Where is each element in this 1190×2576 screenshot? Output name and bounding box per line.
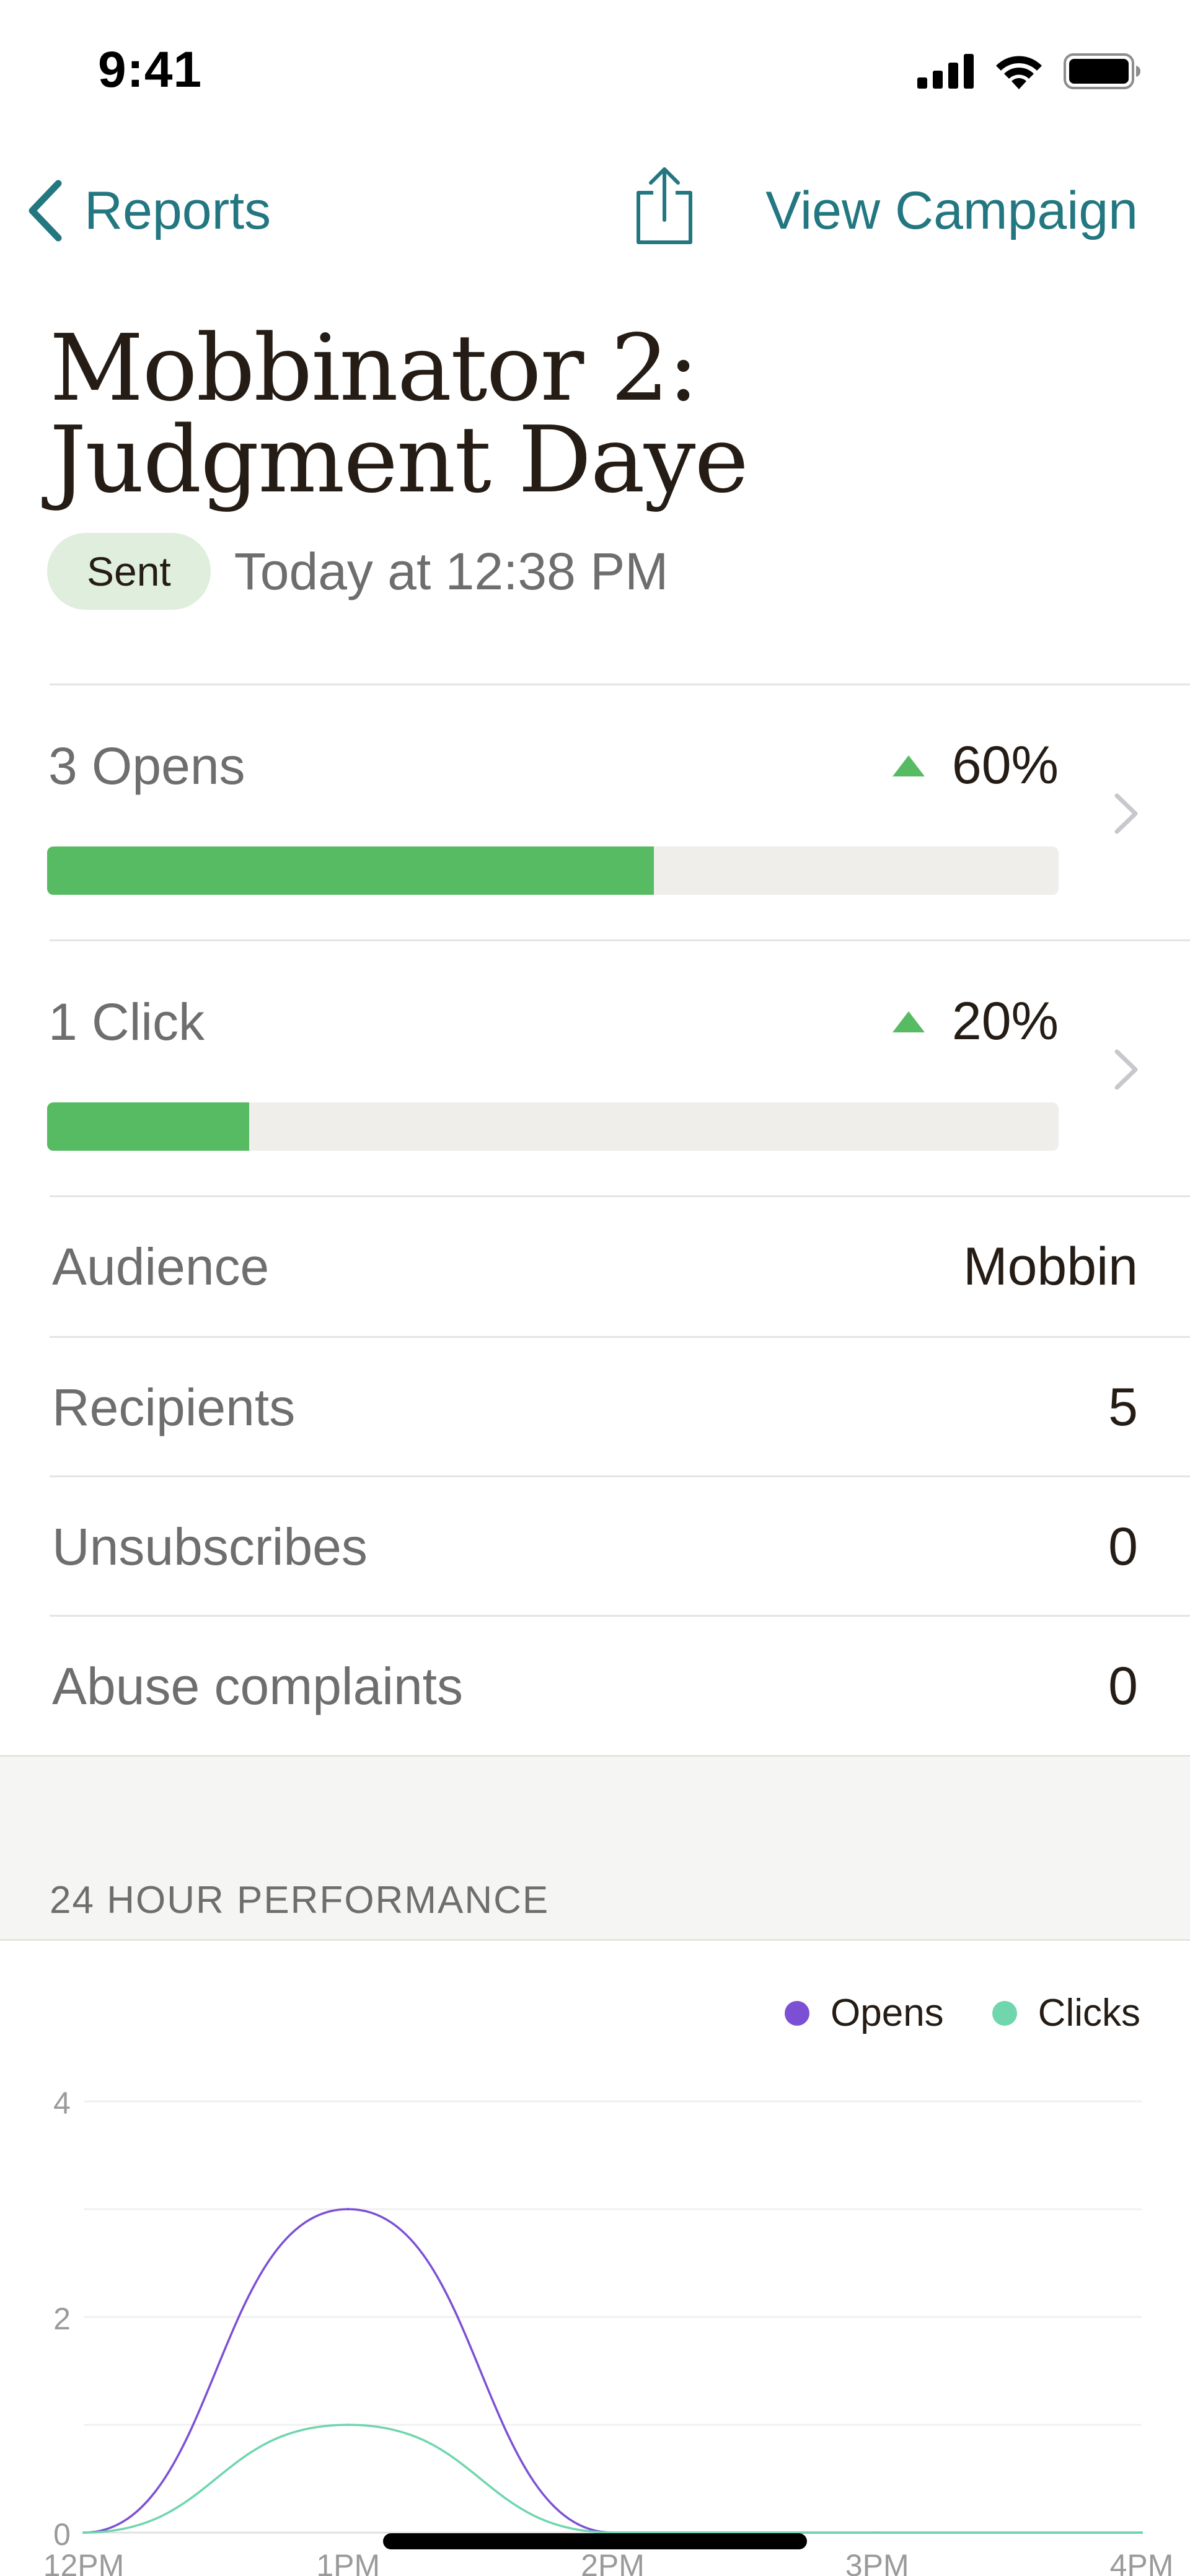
- legend-label: Clicks: [1038, 1992, 1140, 2034]
- stat-label: Unsubscribes: [52, 1518, 368, 1576]
- chart-series-line-opens: [83, 2208, 1142, 2534]
- progress-bar-fill: [47, 846, 654, 895]
- view-campaign-button[interactable]: View Campaign: [765, 174, 1138, 248]
- stat-value: 5: [1108, 1378, 1138, 1437]
- stat-value: 0: [1108, 1656, 1138, 1716]
- status-bar: 9:41: [0, 0, 1190, 143]
- status-icons: [917, 53, 1142, 89]
- section-header-title: 24 HOUR PERFORMANCE: [50, 1879, 550, 1922]
- legend-swatch: [785, 2000, 809, 2026]
- stat-row-abuse-complaints: Abuse complaints 0: [0, 1617, 1190, 1756]
- metric-change-value: 20%: [951, 991, 1059, 1051]
- y-tick-label: 0: [53, 2517, 71, 2552]
- stat-value: Mobbin: [963, 1237, 1138, 1296]
- performance-chart: 0 2 4 12PM 1PM 2PM 3PM 4PM Opens Clicks: [0, 1943, 1190, 2576]
- stat-row-audience: Audience Mobbin: [0, 1197, 1190, 1337]
- sent-time: Today at 12:38 PM: [234, 542, 669, 600]
- share-icon: [637, 167, 692, 244]
- x-tick-label: 3PM: [845, 2548, 909, 2576]
- wifi-icon: [996, 56, 1042, 89]
- stat-label: Audience: [52, 1237, 270, 1296]
- metric-row-opens[interactable]: 3 Opens 60%: [0, 685, 1190, 939]
- x-tick-label: 12PM: [43, 2548, 125, 2576]
- stat-label: Abuse complaints: [52, 1657, 464, 1715]
- y-tick-label: 2: [53, 2301, 71, 2336]
- chart-canvas: 0 2 4 12PM 1PM 2PM 3PM 4PM: [43, 2086, 1174, 2576]
- progress-bar: [47, 1102, 1059, 1151]
- back-button-label: Reports: [84, 180, 271, 240]
- stat-row-unsubscribes: Unsubscribes 0: [0, 1477, 1190, 1617]
- metric-label: 3 Opens: [48, 737, 245, 795]
- chart-point-clicks: [876, 2531, 879, 2534]
- trend-up-icon: [892, 755, 925, 776]
- metric-change: 20%: [892, 991, 1059, 1052]
- progress-bar-fill: [47, 1102, 250, 1151]
- stat-row-recipients: Recipients 5: [0, 1338, 1190, 1477]
- home-indicator: [383, 2533, 807, 2549]
- back-button[interactable]: Reports: [27, 174, 271, 248]
- share-button[interactable]: [632, 162, 697, 249]
- chart-point-opens: [346, 2208, 350, 2210]
- battery-icon: [1064, 53, 1140, 89]
- x-tick-label: 2PM: [581, 2548, 645, 2576]
- campaign-status-row: Sent Today at 12:38 PM: [47, 533, 668, 610]
- chart-point-clicks: [346, 2424, 350, 2426]
- y-tick-label: 4: [53, 2086, 71, 2121]
- chevron-left-icon: [29, 180, 62, 242]
- page-title-line-2: Judgment Daye: [50, 407, 749, 513]
- stat-value: 0: [1108, 1517, 1138, 1576]
- cellular-signal-icon: [917, 54, 974, 89]
- status-badge: Sent: [47, 533, 211, 610]
- chevron-right-icon: [1114, 793, 1138, 834]
- metric-change-value: 60%: [951, 736, 1059, 795]
- chart-series-line-clicks: [83, 2424, 1142, 2534]
- metric-change: 60%: [892, 735, 1059, 796]
- page-title: Mobbinator 2: Judgment Daye: [50, 322, 1140, 506]
- trend-up-icon: [892, 1011, 925, 1032]
- legend-label: Opens: [831, 1992, 944, 2034]
- x-tick-label: 4PM: [1110, 2548, 1174, 2576]
- legend-swatch: [992, 2000, 1017, 2026]
- legend-item-opens: Opens: [785, 1991, 944, 2035]
- stat-label: Recipients: [52, 1378, 296, 1436]
- chevron-right-icon: [1114, 1049, 1138, 1090]
- legend-item-clicks: Clicks: [992, 1991, 1140, 2035]
- progress-bar: [47, 846, 1059, 895]
- chart-point-clicks: [1140, 2531, 1143, 2534]
- page-title-line-1: Mobbinator 2:: [50, 315, 699, 421]
- chart-point-clicks: [82, 2531, 85, 2534]
- metric-label: 1 Click: [48, 993, 205, 1051]
- section-header: 24 HOUR PERFORMANCE: [0, 1755, 1190, 1941]
- metric-row-clicks[interactable]: 1 Click 20%: [0, 941, 1190, 1195]
- chart-legend: Opens Clicks: [785, 1991, 1140, 2035]
- x-tick-label: 1PM: [316, 2548, 380, 2576]
- status-time: 9:41: [98, 42, 203, 98]
